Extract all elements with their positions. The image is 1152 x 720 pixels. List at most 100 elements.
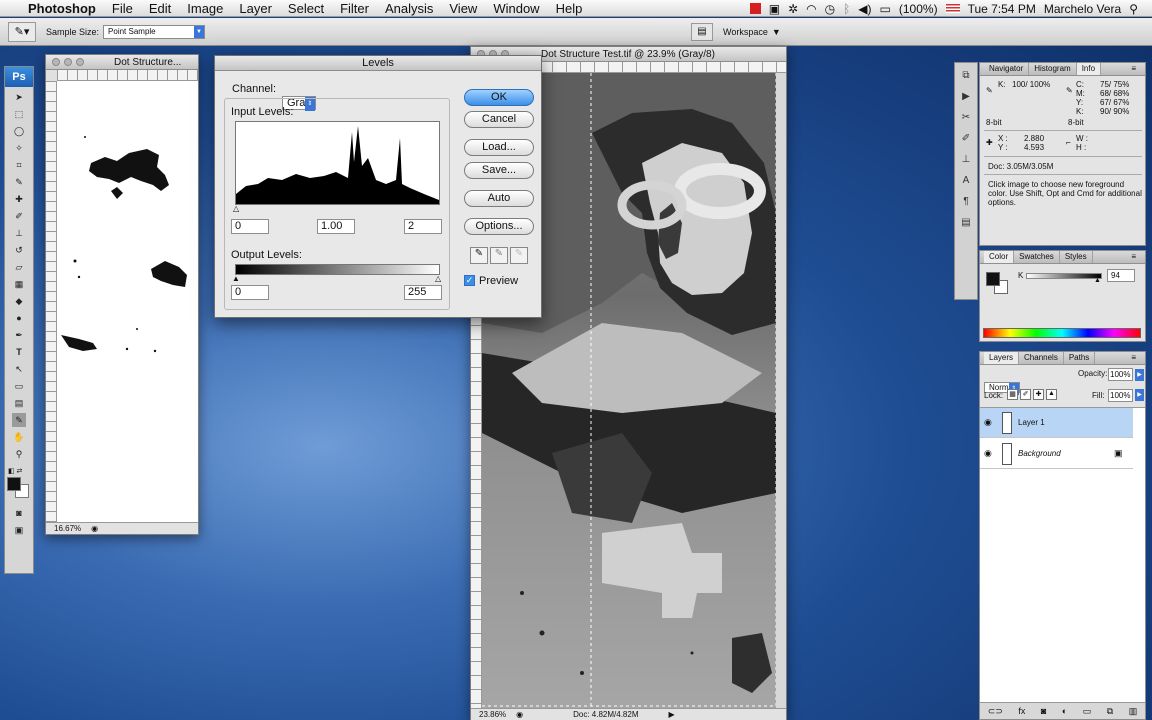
opacity-field[interactable]: 100% bbox=[1108, 368, 1133, 381]
move-tool-icon[interactable]: ➤ bbox=[12, 90, 26, 104]
cancel-button[interactable]: Cancel bbox=[464, 111, 534, 128]
input-white-field[interactable]: 2 bbox=[404, 219, 442, 234]
sync-icon[interactable]: ✲ bbox=[788, 2, 798, 16]
adjustment-layer-icon[interactable]: ◐ bbox=[1062, 706, 1067, 716]
screen-icon[interactable]: ▣ bbox=[769, 2, 780, 16]
input-gamma-field[interactable]: 1.00 bbox=[317, 219, 355, 234]
preview-checkbox[interactable]: ✓ bbox=[464, 275, 475, 286]
quick-mask-icon[interactable]: ◙ bbox=[12, 506, 26, 520]
history-brush-tool-icon[interactable]: ↺ bbox=[12, 243, 26, 257]
crop-tool-icon[interactable]: ⌗ bbox=[12, 158, 26, 172]
gray-point-eyedropper-icon[interactable]: ✎ bbox=[490, 247, 508, 264]
hand-tool-icon[interactable]: ✋ bbox=[12, 430, 26, 444]
zoom-tool-icon[interactable]: ⚲ bbox=[12, 447, 26, 461]
record-icon[interactable] bbox=[749, 3, 761, 14]
ok-button[interactable]: OK bbox=[464, 89, 534, 106]
delete-layer-icon[interactable]: ▥ bbox=[1129, 706, 1138, 717]
small-document-zoom[interactable]: 16.67% bbox=[54, 523, 81, 534]
foreground-color-swatch[interactable] bbox=[7, 477, 21, 491]
black-point-eyedropper-icon[interactable]: ✎ bbox=[470, 247, 488, 264]
clone-source-icon[interactable]: ⊥ bbox=[958, 152, 974, 168]
status-menu-icon[interactable]: ◉ bbox=[516, 709, 523, 720]
input-black-slider-icon[interactable]: △ bbox=[233, 204, 239, 213]
marquee-tool-icon[interactable]: ⬚ bbox=[12, 107, 26, 121]
lock-transparency-icon[interactable]: ▦ bbox=[1007, 389, 1018, 400]
clock[interactable]: Tue 7:54 PM bbox=[968, 2, 1036, 16]
tab-swatches[interactable]: Swatches bbox=[1014, 251, 1060, 263]
output-white-slider-icon[interactable]: △ bbox=[435, 274, 441, 283]
lasso-tool-icon[interactable]: ◯ bbox=[12, 124, 26, 138]
levels-titlebar[interactable]: Levels bbox=[215, 56, 541, 71]
brushes-panel-icon[interactable]: ✐ bbox=[958, 131, 974, 147]
output-white-field[interactable]: 255 bbox=[404, 285, 442, 300]
clone-stamp-tool-icon[interactable]: ⊥ bbox=[12, 226, 26, 240]
spectrum-bar[interactable] bbox=[983, 328, 1141, 338]
eye-icon[interactable]: ◉ bbox=[984, 448, 992, 459]
sample-size-select[interactable]: Point Sample ▼ bbox=[103, 24, 206, 39]
menu-window[interactable]: Window bbox=[485, 0, 547, 17]
save-button[interactable]: Save... bbox=[464, 162, 534, 179]
output-black-field[interactable]: 0 bbox=[231, 285, 269, 300]
minimize-icon[interactable] bbox=[64, 58, 72, 66]
path-selection-tool-icon[interactable]: ↖ bbox=[12, 362, 26, 376]
tab-info[interactable]: Info bbox=[1076, 63, 1102, 75]
tab-channels[interactable]: Channels bbox=[1019, 352, 1064, 364]
default-colors-icon[interactable]: ◧ ⇄ bbox=[8, 467, 33, 475]
paragraph-panel-icon[interactable]: ¶ bbox=[958, 194, 974, 210]
menu-analysis[interactable]: Analysis bbox=[377, 0, 441, 17]
opacity-arrow-icon[interactable]: ▶ bbox=[1135, 369, 1144, 381]
layer-row-background[interactable]: ◉ Background ▣ bbox=[980, 439, 1133, 469]
screen-mode-icon[interactable]: ▣ bbox=[12, 523, 26, 537]
tab-paths[interactable]: Paths bbox=[1064, 352, 1096, 364]
brush-tool-icon[interactable]: ✐ bbox=[12, 209, 26, 223]
menu-edit[interactable]: Edit bbox=[141, 0, 179, 17]
small-document-canvas[interactable] bbox=[57, 81, 198, 522]
spotlight-icon[interactable]: ⚲ bbox=[1129, 2, 1138, 16]
fill-arrow-icon[interactable]: ▶ bbox=[1135, 389, 1144, 401]
menu-image[interactable]: Image bbox=[179, 0, 231, 17]
palette-well-icon[interactable]: ▤ bbox=[691, 22, 714, 41]
load-button[interactable]: Load... bbox=[464, 139, 534, 156]
type-tool-icon[interactable]: T bbox=[12, 345, 26, 359]
menu-select[interactable]: Select bbox=[280, 0, 332, 17]
zoom-icon[interactable] bbox=[76, 58, 84, 66]
healing-brush-tool-icon[interactable]: ✚ bbox=[12, 192, 26, 206]
character-panel-icon[interactable]: A bbox=[958, 173, 974, 189]
wifi-icon[interactable]: ◠ bbox=[806, 2, 816, 16]
magic-wand-tool-icon[interactable]: ✧ bbox=[12, 141, 26, 155]
status-menu-icon[interactable]: ◉ bbox=[91, 523, 98, 534]
blur-tool-icon[interactable]: ◆ bbox=[12, 294, 26, 308]
output-black-slider-icon[interactable]: ▲ bbox=[232, 274, 240, 283]
white-point-eyedropper-icon[interactable]: ✎ bbox=[510, 247, 528, 264]
tab-navigator[interactable]: Navigator bbox=[984, 63, 1030, 75]
notes-tool-icon[interactable]: ▤ bbox=[12, 396, 26, 410]
fill-field[interactable]: 100% bbox=[1108, 389, 1133, 402]
new-layer-icon[interactable]: ⧉ bbox=[1107, 706, 1113, 717]
small-document-titlebar[interactable]: Dot Structure... bbox=[46, 55, 198, 70]
k-slider[interactable] bbox=[1026, 273, 1102, 279]
panel-menu-icon[interactable]: ≡ bbox=[1126, 251, 1141, 263]
eyedropper-tool-icon[interactable]: ✎ bbox=[12, 175, 26, 189]
layer-row-layer-1[interactable]: ◉ Layer 1 bbox=[980, 408, 1133, 438]
menu-filter[interactable]: Filter bbox=[332, 0, 377, 17]
menu-view[interactable]: View bbox=[441, 0, 485, 17]
tab-styles[interactable]: Styles bbox=[1060, 251, 1093, 263]
eraser-tool-icon[interactable]: ▱ bbox=[12, 260, 26, 274]
main-document-zoom[interactable]: 23.86% bbox=[479, 709, 506, 720]
menu-layer[interactable]: Layer bbox=[231, 0, 280, 17]
k-slider-handle-icon[interactable]: ▲ bbox=[1094, 277, 1101, 284]
tab-layers[interactable]: Layers bbox=[984, 352, 1020, 364]
flag-icon[interactable] bbox=[945, 4, 960, 13]
input-black-field[interactable]: 0 bbox=[231, 219, 269, 234]
pen-tool-icon[interactable]: ✒ bbox=[12, 328, 26, 342]
layer-name[interactable]: Layer 1 bbox=[1018, 418, 1045, 427]
actions-panel-icon[interactable]: ▶ bbox=[958, 89, 974, 105]
eye-icon[interactable]: ◉ bbox=[984, 417, 992, 428]
eyedropper-active-tool-icon[interactable]: ✎ bbox=[12, 413, 26, 427]
tab-color[interactable]: Color bbox=[984, 251, 1015, 263]
eyedropper-preset-icon[interactable]: ✎▾ bbox=[8, 21, 36, 42]
volume-icon[interactable]: ◀) bbox=[858, 2, 871, 16]
k-value-field[interactable]: 94 bbox=[1107, 269, 1135, 282]
time-machine-icon[interactable]: ◷ bbox=[825, 2, 835, 16]
history-panel-icon[interactable]: ⧉ bbox=[958, 68, 974, 84]
